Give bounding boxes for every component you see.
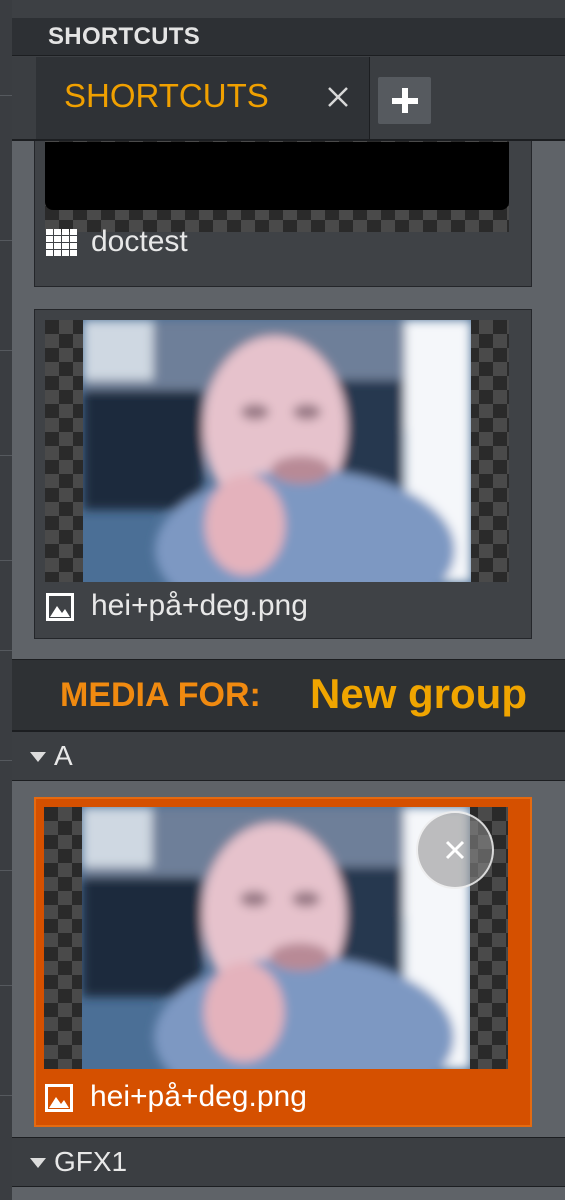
media-group-name: New group xyxy=(310,670,527,717)
shortcut-card-hei-pa-deg[interactable]: hei+på+deg.png xyxy=(34,309,532,639)
shortcuts-panel: SHORTCUTS SHORTCUTS doctest hei+på+deg.p… xyxy=(12,0,565,1200)
thumbnail xyxy=(45,142,509,210)
chevron-down-icon xyxy=(30,1158,46,1168)
shortcut-label: hei+på+deg.png xyxy=(91,589,308,622)
close-circle-icon xyxy=(445,840,465,860)
photo xyxy=(83,320,471,582)
group-name: GFX1 xyxy=(54,1146,128,1177)
tab-shortcuts[interactable]: SHORTCUTS xyxy=(36,57,370,139)
grid-icon xyxy=(46,229,77,256)
group-name: A xyxy=(54,740,73,771)
group-header-a[interactable]: A xyxy=(12,731,565,781)
thumbnail-image xyxy=(82,807,470,1069)
shortcuts-list: doctest hei+på+deg.png MEDIA FOR: New gr… xyxy=(12,141,565,1200)
tab-bar: SHORTCUTS xyxy=(12,57,565,141)
image-icon xyxy=(46,593,74,621)
media-label: hei+på+deg.png xyxy=(90,1080,307,1113)
shortcut-card-doctest[interactable]: doctest xyxy=(34,141,532,287)
add-tab-button[interactable] xyxy=(378,77,431,124)
chevron-down-icon xyxy=(30,752,46,762)
photo xyxy=(82,807,470,1069)
shortcut-label: doctest xyxy=(91,225,188,258)
group-header-gfx1[interactable]: GFX1 xyxy=(12,1137,565,1187)
close-icon[interactable] xyxy=(326,85,350,109)
thumbnail-image xyxy=(83,320,471,582)
media-for-label: MEDIA FOR: xyxy=(60,676,261,714)
image-icon xyxy=(45,1084,73,1112)
panel-title: SHORTCUTS xyxy=(12,18,565,56)
plus-icon xyxy=(392,88,418,113)
remove-media-button[interactable] xyxy=(416,811,494,889)
media-for-header: MEDIA FOR: New group xyxy=(12,659,565,731)
media-card-hei-pa-deg[interactable]: hei+på+deg.png xyxy=(34,797,532,1127)
tab-label: SHORTCUTS xyxy=(64,77,269,114)
